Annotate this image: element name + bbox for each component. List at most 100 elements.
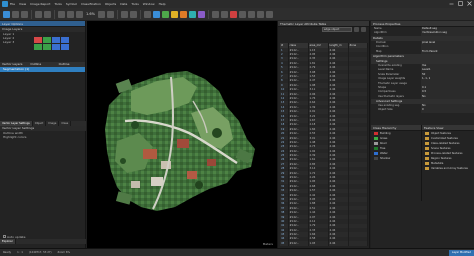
process-icon[interactable] <box>197 10 205 18</box>
zoom-fit-icon[interactable] <box>97 10 105 18</box>
close-icon[interactable] <box>467 1 472 6</box>
tree-cluster <box>195 181 203 189</box>
property-row[interactable]: Object Size 0 <box>371 108 474 113</box>
feature-label: Class-related features <box>431 142 460 145</box>
property-value[interactable]: From Parent <box>421 49 474 54</box>
class-color-swatch <box>374 152 378 155</box>
filter-icon[interactable] <box>361 27 366 32</box>
map-canvas[interactable]: Meters <box>87 21 277 248</box>
property-row[interactable]: Algorithm multiresolution seg <box>371 31 474 36</box>
channel-blue-swatch[interactable] <box>52 44 60 50</box>
attribute-table-panel: Thematic Layer Attribute Table edge obje… <box>277 21 370 248</box>
property-key: Object Size <box>378 108 393 112</box>
channel-blue-swatch[interactable] <box>52 37 60 43</box>
classify-icon[interactable] <box>161 10 169 18</box>
channel-green-swatch[interactable] <box>34 44 42 50</box>
toolbar-separator <box>116 9 118 19</box>
menu-help[interactable]: Help <box>159 2 166 6</box>
sample-icon[interactable] <box>188 10 196 18</box>
class-hierarchy-panel: Class Hierarchy Building Grass Road Tree Wat… <box>371 125 422 201</box>
open-icon[interactable] <box>12 10 19 18</box>
zoom-level[interactable]: 1.6% <box>85 12 96 16</box>
save-icon[interactable] <box>21 10 28 18</box>
tab-explorer[interactable]: Explorer <box>0 239 16 244</box>
class-color-swatch <box>374 147 378 150</box>
minimize-icon[interactable] <box>449 1 454 6</box>
feature-item[interactable]: Variables and Array features <box>422 166 474 171</box>
menu-objects[interactable]: Objects <box>105 2 116 6</box>
class-label: Shadow <box>380 157 391 160</box>
app-icon <box>2 1 8 7</box>
pan-icon[interactable] <box>58 10 65 18</box>
menu-symbol[interactable]: Symbol <box>66 2 77 6</box>
orthophoto-image[interactable] <box>87 21 277 248</box>
undo-icon[interactable] <box>35 10 42 18</box>
grid-view-icon[interactable] <box>120 10 128 18</box>
class-item[interactable]: Shadow <box>371 156 421 161</box>
building-patch <box>187 171 197 179</box>
tree-cluster <box>212 128 222 138</box>
measure-icon[interactable] <box>247 10 255 18</box>
channel-blue-swatch[interactable] <box>61 37 69 43</box>
layer-channel-grid[interactable] <box>34 37 69 50</box>
redo-icon[interactable] <box>44 10 51 18</box>
channel-green-swatch[interactable] <box>43 44 51 50</box>
layer-icon[interactable] <box>143 10 151 18</box>
menu-tools-2[interactable]: Tools <box>131 2 138 6</box>
feature-label: Region features <box>431 157 452 160</box>
channel-blue-swatch[interactable] <box>61 44 69 50</box>
image-layer-icon[interactable] <box>152 10 160 18</box>
channel-red-swatch[interactable] <box>34 37 42 43</box>
toolbar-separator <box>31 9 32 19</box>
vector-layer-row[interactable]: Segmentation (1) <box>0 67 85 72</box>
toolbar-separator <box>207 9 209 19</box>
cursor-icon[interactable] <box>238 10 246 18</box>
settings-icon[interactable] <box>265 10 273 18</box>
table-row[interactable]: 45 #142... 1.93 4.46 <box>280 241 368 246</box>
highlight-colors-option[interactable]: Highlight colors <box>0 135 86 139</box>
building-patch <box>131 181 140 188</box>
folder-icon <box>425 137 429 140</box>
class-label: Grass <box>380 137 388 140</box>
menu-tools[interactable]: Tools <box>54 2 61 6</box>
tab-image[interactable]: Image <box>46 121 60 126</box>
maximize-icon[interactable] <box>458 1 463 6</box>
menu-window[interactable]: Window <box>143 2 155 6</box>
new-project-icon[interactable] <box>3 10 10 18</box>
menu-file[interactable]: File <box>10 2 15 6</box>
channel-green-swatch[interactable] <box>43 37 51 43</box>
property-value[interactable]: 0 <box>421 108 474 113</box>
class-color-swatch <box>374 142 378 145</box>
class-color-swatch <box>374 137 378 140</box>
rule-set-icon[interactable] <box>170 10 178 18</box>
feature-label: Process-related features <box>431 152 463 155</box>
menu-view[interactable]: View <box>19 2 26 6</box>
select-icon[interactable] <box>106 10 114 18</box>
zoom-out-icon[interactable] <box>76 10 83 18</box>
status-coordinates: (1249717, 53 27) <box>28 251 52 254</box>
search-input[interactable]: edge object <box>322 27 352 32</box>
tab-object[interactable]: Object <box>33 121 47 126</box>
polygon-icon[interactable] <box>229 10 237 18</box>
search-icon[interactable] <box>354 27 359 32</box>
attribute-table[interactable]: # class area_m2 length_m Zone 1 #142... 1.… <box>280 43 368 246</box>
menu-image-report[interactable]: Image Report <box>30 2 50 6</box>
menu-classification[interactable]: Classification <box>81 2 101 6</box>
tab-class[interactable]: Class <box>59 121 72 126</box>
feature-icon[interactable] <box>179 10 187 18</box>
vector-col-outline-2: Outline <box>58 62 70 66</box>
folder-icon <box>425 142 429 145</box>
split-view-icon[interactable] <box>129 10 137 18</box>
edit-icon[interactable] <box>256 10 264 18</box>
menu-data[interactable]: Data <box>120 2 127 6</box>
zoom-in-icon[interactable] <box>67 10 74 18</box>
outline-icon[interactable] <box>211 10 219 18</box>
table-cell: #142... <box>288 241 309 246</box>
auto-update-checkbox[interactable] <box>3 235 6 238</box>
transparency-icon[interactable] <box>220 10 228 18</box>
property-value[interactable]: No <box>421 94 474 100</box>
status-zoom: Zoom 6% <box>57 251 70 254</box>
class-color-swatch <box>374 132 378 135</box>
layer-options-panel: Layer Options Image Layers Layer 1 Layer… <box>0 21 86 248</box>
property-value[interactable]: multiresolution seg <box>421 31 474 36</box>
